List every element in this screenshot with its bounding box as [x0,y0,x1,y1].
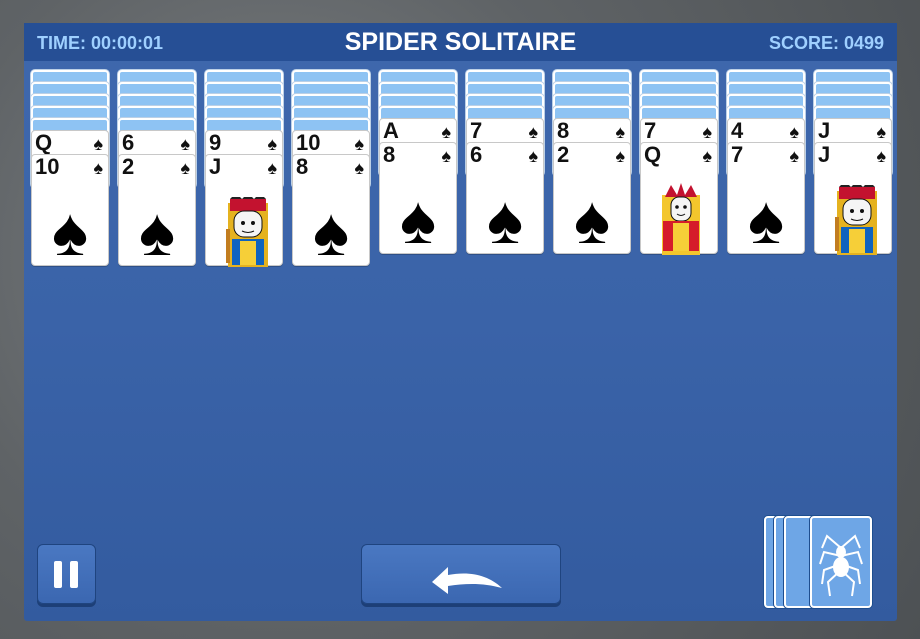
card-rank: 6 [122,130,135,155]
card-rank: 10 [35,154,60,179]
faceup-card[interactable]: 2 ♠ ♠ [553,142,631,258]
card-rank: 7 [731,142,744,167]
card-suit: ♠ [441,146,451,166]
card-rank: 10 [296,130,321,155]
jack-art [222,193,274,272]
card-suit: ♠ [702,146,712,166]
large-spade-icon: ♠ [486,182,524,258]
card-suit: ♠ [615,122,625,142]
face-card-art [226,193,268,267]
pause-button[interactable] [37,544,96,604]
card-rank: 7 [644,118,657,143]
large-spade-icon: ♠ [138,194,176,270]
game-title: SPIDER SOLITAIRE [344,28,577,56]
faceup-card[interactable]: 2 ♠ ♠ [118,154,196,270]
faceup-card[interactable]: J ♠ [205,154,283,267]
card-rank: Q [35,130,53,155]
card-suit: ♠ [876,122,886,142]
card-rank: 8 [383,142,396,167]
card-suit: ♠ [93,134,103,154]
card-suit: ♠ [789,122,799,142]
card-rank: 2 [557,142,570,167]
card-rank: A [383,118,399,143]
undo-button[interactable] [361,544,561,604]
top-bar: TIME: 00:00:01 SPIDER SOLITAIRE SCORE: 0… [24,23,897,61]
card-rank: 7 [470,118,483,143]
card-suit: ♠ [876,146,886,166]
score-label: SCORE: 0499 [768,33,884,53]
card-suit: ♠ [93,158,103,178]
card-rank: J [818,118,831,143]
card-suit: ♠ [789,146,799,166]
card-rank: 2 [122,154,135,179]
card-suit: ♠ [702,122,712,142]
face-card-art [835,181,877,255]
card-rank: J [818,142,831,167]
card-rank: 8 [557,118,570,143]
stock-pile[interactable] [764,516,874,608]
card-rank: J [209,154,222,179]
large-spade-icon: ♠ [312,194,350,270]
card-suit: ♠ [441,122,451,142]
faceup-card[interactable]: J ♠ [814,142,892,255]
large-spade-icon: ♠ [51,194,89,270]
undo-arrow-icon [432,567,502,594]
large-spade-icon: ♠ [747,182,785,258]
faceup-card[interactable]: 6 ♠ ♠ [466,142,544,258]
large-spade-icon: ♠ [573,182,611,258]
card-suit: ♠ [267,134,277,154]
card-suit: ♠ [180,134,190,154]
spider-icon [819,534,863,597]
large-spade-icon: ♠ [399,182,437,258]
queen-art [655,179,707,260]
card-suit: ♠ [615,146,625,166]
card-rank: 6 [470,142,483,167]
card-suit: ♠ [528,122,538,142]
faceup-card[interactable]: Q ♠ [640,142,718,255]
pause-icon [70,561,78,588]
card-suit: ♠ [180,158,190,178]
card-rank: Q [644,142,662,167]
stock-card[interactable] [810,516,872,608]
game-board: TIME: 00:00:01 SPIDER SOLITAIRE SCORE: 0… [24,23,897,621]
card-rank: 8 [296,154,309,179]
card-rank: 4 [731,118,744,143]
jack-art [831,181,883,260]
faceup-card[interactable]: 10 ♠ ♠ [31,154,109,270]
faceup-card[interactable]: 8 ♠ ♠ [292,154,370,270]
pause-icon [54,561,62,588]
card-suit: ♠ [354,158,364,178]
faceup-card[interactable]: 7 ♠ ♠ [727,142,805,258]
faceup-card[interactable]: 8 ♠ ♠ [379,142,457,258]
card-rank: 9 [209,130,222,155]
card-suit: ♠ [267,158,277,178]
face-card-art [662,183,700,255]
card-suit: ♠ [528,146,538,166]
card-suit: ♠ [354,134,364,154]
